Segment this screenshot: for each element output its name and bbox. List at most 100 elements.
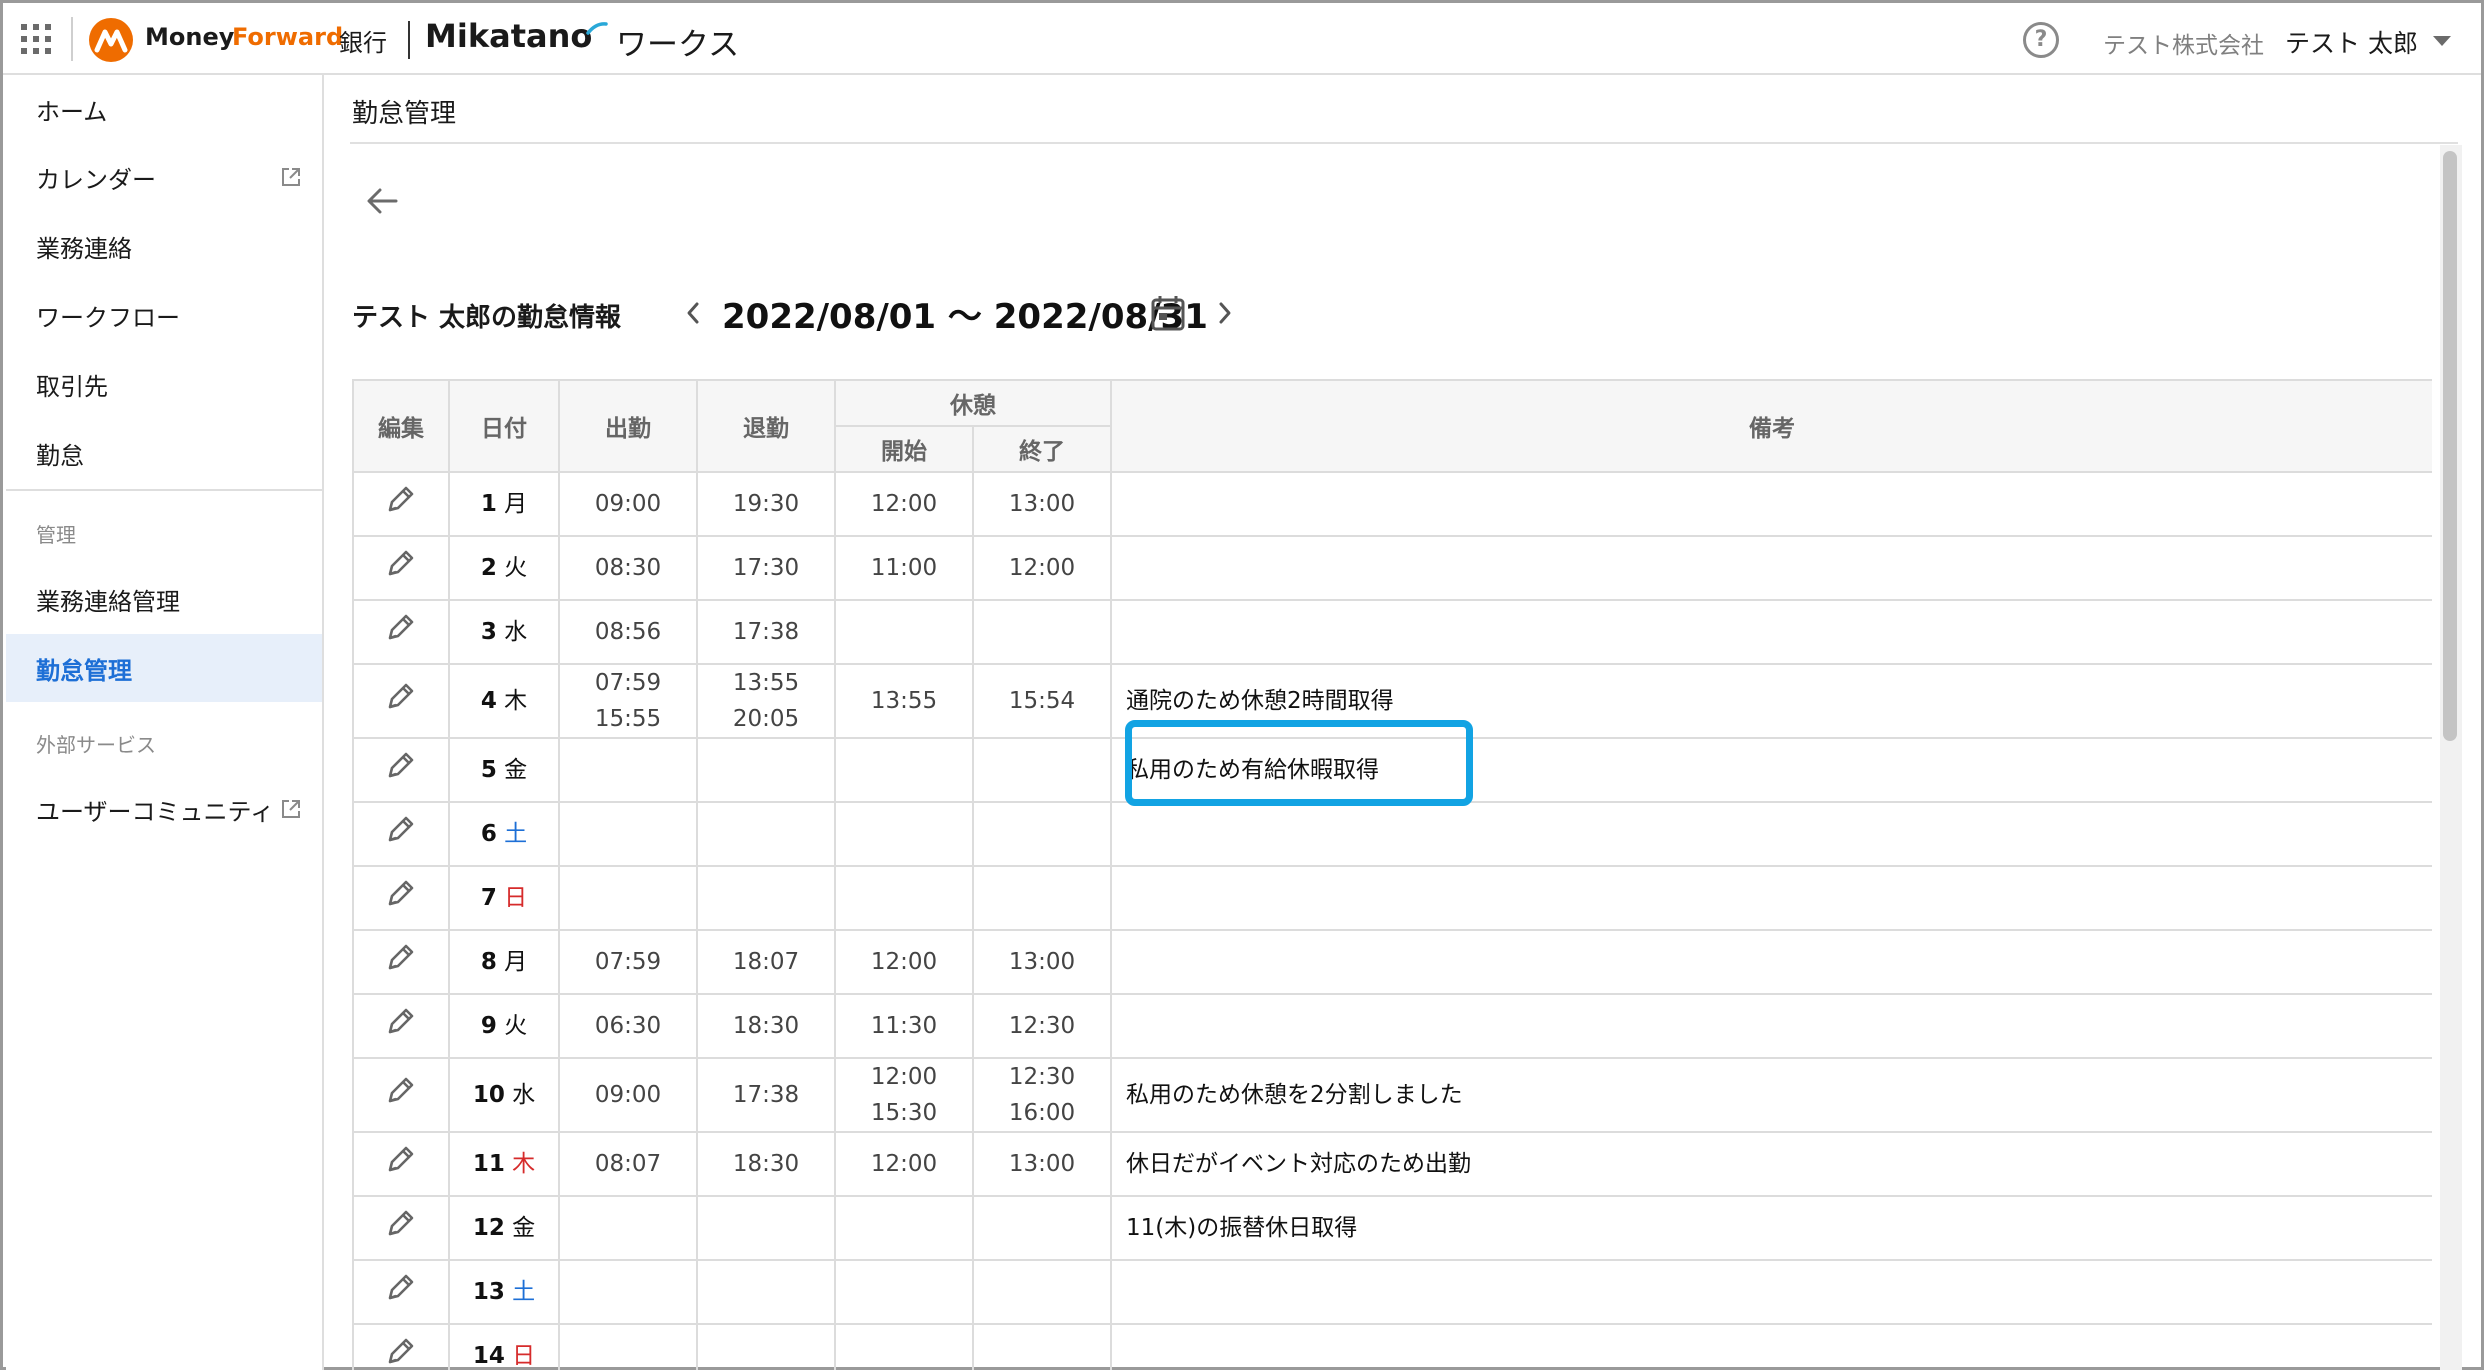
edit-cell[interactable] — [352, 801, 450, 867]
attendance-info-title: テスト 太郎の勤怠情報 — [352, 303, 622, 333]
break-start-value: 13:55 — [870, 688, 938, 714]
sidebar-item-business-contact[interactable]: 業務連絡 — [6, 212, 322, 280]
clock-out-value: 17:30 — [732, 555, 800, 581]
edit-cell[interactable] — [352, 737, 450, 803]
edit-cell[interactable] — [352, 1131, 450, 1197]
break-start-cell — [834, 1195, 974, 1261]
edit-cell[interactable] — [352, 865, 450, 931]
sidebar-item-home[interactable]: ホーム — [6, 75, 322, 143]
clock-in-value: 06:30 — [594, 1013, 662, 1039]
table-row: 5 金 私用のため有給休暇取得 — [352, 737, 2432, 803]
break-end-cell — [972, 865, 1112, 931]
external-link-icon — [282, 168, 300, 186]
date-cell: 1 月 — [448, 471, 560, 537]
break-start-value: 12:00 — [870, 1064, 938, 1090]
break-start-cell — [834, 599, 974, 665]
period-range: 2022/08/01 〜 2022/08/31 — [722, 297, 1208, 337]
page-title: 勤怠管理 — [352, 99, 457, 129]
date-cell: 5 金 — [448, 737, 560, 803]
help-icon[interactable]: ? — [2023, 22, 2059, 58]
column-header-remarks: 備考 — [1110, 379, 2432, 473]
main-content: 勤怠管理 テスト 太郎の勤怠情報 2022/08/01 〜 2022/08/31 — [324, 75, 2484, 1370]
day-of-week: 木 — [512, 1151, 536, 1177]
column-header-date: 日付 — [448, 379, 560, 473]
table-row: 14 日 — [352, 1323, 2432, 1370]
day-number: 8 — [480, 949, 497, 975]
break-end-value: 13:00 — [1008, 491, 1076, 517]
calendar-icon[interactable] — [1150, 294, 1186, 332]
sidebar-item-user-community[interactable]: ユーザーコミュニティ — [6, 775, 322, 843]
edit-pencil-icon — [388, 1146, 414, 1171]
clock-in-value: 07:59 — [594, 949, 662, 975]
break-start-cell: 12:00 — [834, 929, 974, 995]
clock-out-value: 19:30 — [732, 491, 800, 517]
clock-out-cell: 17:30 — [696, 535, 836, 601]
clock-in-cell: 07:59 15:55 — [558, 663, 698, 739]
day-number: 7 — [480, 885, 497, 911]
break-end-cell — [972, 599, 1112, 665]
header-divider — [71, 17, 73, 61]
scrollbar-thumb[interactable] — [2443, 151, 2457, 741]
remarks-cell: 私用のため有給休暇取得 — [1110, 737, 2432, 803]
edit-cell[interactable] — [352, 1057, 450, 1133]
break-start-cell — [834, 865, 974, 931]
break-start-cell: 11:30 — [834, 993, 974, 1059]
remarks-cell: 11(木)の振替休日取得 — [1110, 1195, 2432, 1261]
sidebar-item-workflow[interactable]: ワークフロー — [6, 281, 322, 349]
sidebar-item-label: ホーム — [36, 97, 108, 126]
day-of-week: 火 — [504, 555, 528, 581]
day-number: 6 — [480, 821, 497, 847]
clock-in-value: 08:07 — [594, 1151, 662, 1177]
clock-out-value: 17:38 — [732, 619, 800, 645]
sidebar-item-business-contact-admin[interactable]: 業務連絡管理 — [6, 565, 322, 633]
edit-cell[interactable] — [352, 929, 450, 995]
break-start-cell: 12:00 — [834, 471, 974, 537]
break-end-value: 12:30 — [1008, 1013, 1076, 1039]
sidebar-item-attendance[interactable]: 勤怠 — [6, 419, 322, 487]
date-cell: 3 水 — [448, 599, 560, 665]
prev-period-chevron-icon[interactable] — [682, 299, 704, 327]
attendance-table-body: 1 月 09:00 19:30 12:00 13:00 2 火 08:30 17:30 11:0… — [352, 471, 2432, 1370]
break-end-cell — [972, 801, 1112, 867]
next-period-chevron-icon[interactable] — [1214, 299, 1236, 327]
edit-cell[interactable] — [352, 993, 450, 1059]
edit-pencil-icon — [388, 880, 414, 905]
clock-out-cell: 19:30 — [696, 471, 836, 537]
clock-in-cell — [558, 1323, 698, 1370]
edit-cell[interactable] — [352, 1259, 450, 1325]
clock-in-cell: 08:30 — [558, 535, 698, 601]
brand-divider — [408, 21, 410, 59]
break-start-value: 11:00 — [870, 555, 938, 581]
edit-cell[interactable] — [352, 471, 450, 537]
edit-cell[interactable] — [352, 663, 450, 739]
sidebar-section-external: 外部サービス — [36, 733, 156, 757]
brand-money-text: Money — [145, 23, 235, 51]
clock-out-cell — [696, 737, 836, 803]
day-number: 3 — [480, 619, 497, 645]
edit-cell[interactable] — [352, 535, 450, 601]
clock-in-value-2: 15:55 — [594, 706, 662, 732]
back-arrow-icon[interactable] — [364, 185, 400, 217]
clock-in-value: 08:56 — [594, 619, 662, 645]
sidebar-item-clients[interactable]: 取引先 — [6, 350, 322, 418]
edit-cell[interactable] — [352, 1195, 450, 1261]
app-grid-icon[interactable] — [21, 24, 51, 54]
remarks-cell — [1110, 471, 2432, 537]
edit-cell[interactable] — [352, 599, 450, 665]
day-number: 1 — [480, 491, 497, 517]
edit-pencil-icon — [388, 1274, 414, 1299]
brand-forward-text: Forward — [232, 23, 344, 51]
table-row: 2 火 08:30 17:30 11:00 12:00 — [352, 535, 2432, 601]
day-of-week: 月 — [504, 949, 528, 975]
sidebar-item-calendar[interactable]: カレンダー — [6, 143, 322, 211]
user-menu-caret-icon[interactable] — [2433, 36, 2451, 46]
edit-cell[interactable] — [352, 1323, 450, 1370]
day-of-week: 月 — [504, 491, 528, 517]
sidebar-item-attendance-admin[interactable]: 勤怠管理 — [6, 634, 322, 702]
table-row: 7 日 — [352, 865, 2432, 931]
table-row: 6 土 — [352, 801, 2432, 867]
break-start-cell: 12:00 — [834, 1131, 974, 1197]
remarks-cell — [1110, 993, 2432, 1059]
remarks-cell — [1110, 599, 2432, 665]
user-name[interactable]: テスト 太郎 — [2285, 24, 2418, 60]
